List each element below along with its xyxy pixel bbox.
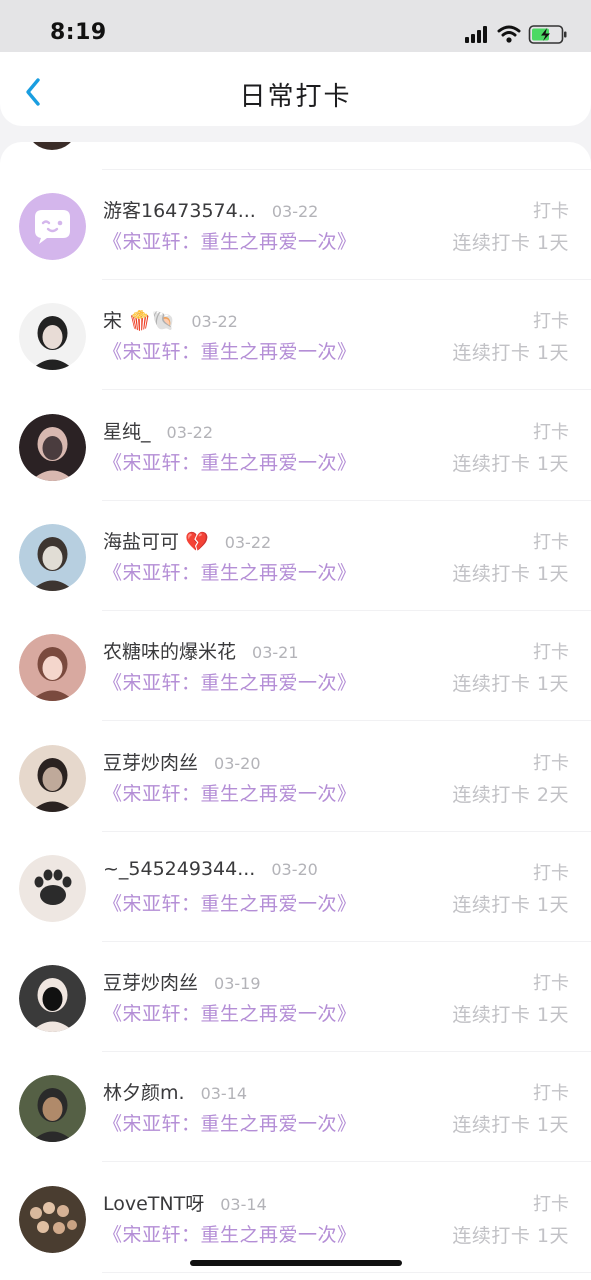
user-name[interactable]: 游客16473574...: [103, 196, 256, 223]
checkin-streak: 连续打卡 1天: [452, 1004, 569, 1027]
avatar[interactable]: [19, 854, 86, 922]
avatar[interactable]: [19, 1075, 86, 1143]
divider: [102, 1271, 591, 1273]
list-item[interactable]: 林夕颜m. 03-14 《宋亚轩：重生之再爱一次》 打卡连续打卡 1天: [0, 1052, 591, 1163]
book-title-link[interactable]: 《宋亚轩：重生之再爱一次》: [103, 337, 357, 364]
page-title: 日常打卡: [239, 82, 352, 112]
book-title-link[interactable]: 《宋亚轩：重生之再爱一次》: [103, 448, 357, 475]
status-bar: 8:19: [0, 0, 591, 52]
user-photo-avatar: [19, 413, 86, 481]
user-name[interactable]: 农糖味的爆米花: [103, 637, 236, 664]
book-title-link[interactable]: 《宋亚轩：重生之再爱一次》: [103, 1109, 357, 1136]
user-name[interactable]: 豆芽炒肉丝: [103, 748, 198, 775]
avatar: [28, 142, 76, 150]
checkin-date: 03-20: [271, 859, 318, 879]
cellular-signal-icon: [465, 26, 487, 43]
checkin-streak: 连续打卡 1天: [452, 673, 569, 696]
checkin-date: 03-14: [220, 1194, 267, 1214]
checkin-type: 打卡: [533, 201, 569, 222]
user-photo-avatar: [19, 744, 86, 812]
avatar[interactable]: [19, 1185, 86, 1253]
book-title-link[interactable]: 《宋亚轩：重生之再爱一次》: [103, 227, 357, 254]
guest-avatar-icon: [19, 193, 86, 260]
checkin-type: 打卡: [533, 1083, 569, 1105]
checkin-type: 打卡: [533, 862, 569, 884]
checkin-streak: 连续打卡 1天: [452, 1224, 569, 1247]
avatar[interactable]: [19, 193, 86, 260]
cat-paw-icon: [19, 854, 86, 922]
checkin-streak: 连续打卡 1天: [452, 893, 569, 916]
list-item[interactable]: ~_545249344... 03-20 《宋亚轩：重生之再爱一次》 打卡连续打卡 1…: [0, 832, 591, 942]
avatar[interactable]: [19, 634, 86, 702]
avatar[interactable]: [19, 523, 86, 591]
user-name[interactable]: LoveTNT呀: [103, 1189, 204, 1216]
list-item[interactable]: 游客16473574... 03-22 《宋亚轩：重生之再爱一次》 打卡连续打卡 1天: [0, 170, 591, 280]
checkin-streak: 连续打卡 1天: [452, 342, 569, 365]
wifi-icon: [497, 25, 521, 43]
checkin-date: 03-21: [252, 643, 299, 663]
checkin-type: 打卡: [533, 421, 569, 443]
avatar[interactable]: [19, 965, 86, 1033]
checkin-date: 03-19: [214, 974, 261, 994]
checkin-streak: 连续打卡 1天: [452, 232, 569, 254]
book-title-link[interactable]: 《宋亚轩：重生之再爱一次》: [103, 999, 357, 1026]
checkin-date: 03-20: [214, 753, 261, 773]
checkin-date: 03-22: [191, 312, 238, 332]
list-item[interactable]: 豆芽炒肉丝 03-20 《宋亚轩：重生之再爱一次》 打卡连续打卡 2天: [0, 722, 591, 832]
checkin-type: 打卡: [533, 311, 569, 333]
user-photo-avatar: [19, 634, 86, 702]
list-item-partial: [0, 142, 591, 170]
list-item[interactable]: 农糖味的爆米花 03-21 《宋亚轩：重生之再爱一次》 打卡连续打卡 1天: [0, 611, 591, 722]
battery-charging-icon: [528, 25, 567, 44]
user-photo-avatar: [19, 965, 86, 1033]
user-name[interactable]: ~_545249344...: [103, 858, 255, 880]
home-indicator: [190, 1260, 402, 1266]
checkin-streak: 连续打卡 1天: [452, 452, 569, 475]
checkin-date: 03-22: [224, 532, 272, 552]
user-photo-avatar: [19, 1075, 86, 1143]
user-name-emoji: 💔: [185, 530, 209, 553]
book-title-link[interactable]: 《宋亚轩：重生之再爱一次》: [103, 1220, 357, 1247]
book-title-link[interactable]: 《宋亚轩：重生之再爱一次》: [103, 779, 357, 806]
list-item[interactable]: 星纯_ 03-22 《宋亚轩：重生之再爱一次》 打卡连续打卡 1天: [0, 391, 591, 501]
group-photo-avatar: [19, 1185, 86, 1253]
list-item[interactable]: 宋 🍿🐚 03-22 《宋亚轩：重生之再爱一次》 打卡连续打卡 1天: [0, 280, 591, 391]
checkin-type: 打卡: [533, 973, 569, 995]
status-time: 8:19: [50, 20, 107, 45]
checkin-type: 打卡: [533, 531, 569, 553]
book-title-link[interactable]: 《宋亚轩：重生之再爱一次》: [103, 558, 357, 585]
checkin-list[interactable]: 游客16473574... 03-22 《宋亚轩：重生之再爱一次》 打卡 连续打卡 1天…: [0, 142, 591, 1280]
book-title-link[interactable]: 《宋亚轩：重生之再爱一次》: [103, 668, 357, 695]
checkin-date: 03-14: [200, 1084, 248, 1104]
checkin-streak: 连续打卡 2天: [452, 783, 569, 806]
avatar[interactable]: [19, 744, 86, 812]
checkin-streak: 连续打卡 1天: [452, 562, 569, 585]
user-name[interactable]: 豆芽炒肉丝: [103, 968, 198, 995]
checkin-streak: 连续打卡 1天: [452, 1114, 569, 1137]
user-name[interactable]: 海盐可可: [103, 527, 179, 554]
avatar[interactable]: [19, 413, 86, 481]
checkin-type: 打卡: [533, 752, 569, 774]
list-item[interactable]: 海盐可可 💔 03-22 《宋亚轩：重生之再爱一次》 打卡连续打卡 1天: [0, 501, 591, 611]
checkin-date: 03-22: [166, 422, 214, 442]
avatar[interactable]: [19, 303, 86, 371]
checkin-date: 03-22: [271, 202, 319, 221]
user-photo-avatar: [19, 303, 86, 371]
list-item[interactable]: LoveTNT呀 03-14 《宋亚轩：重生之再爱一次》 打卡连续打卡 1天: [0, 1163, 591, 1273]
user-name[interactable]: 星纯_: [103, 417, 151, 444]
checkin-type: 打卡: [533, 1193, 569, 1215]
list-item[interactable]: 豆芽炒肉丝 03-19 《宋亚轩：重生之再爱一次》 打卡连续打卡 1天: [0, 942, 591, 1053]
user-name-emoji: 🍿🐚: [128, 310, 176, 333]
navigation-bar: 日常打卡: [0, 52, 591, 126]
user-name[interactable]: 宋: [103, 306, 122, 333]
user-name[interactable]: 林夕颜m.: [103, 1078, 185, 1105]
checkin-type: 打卡: [533, 642, 569, 664]
book-title-link[interactable]: 《宋亚轩：重生之再爱一次》: [103, 889, 357, 916]
status-icons: [465, 24, 569, 46]
user-photo-avatar: [19, 523, 86, 591]
